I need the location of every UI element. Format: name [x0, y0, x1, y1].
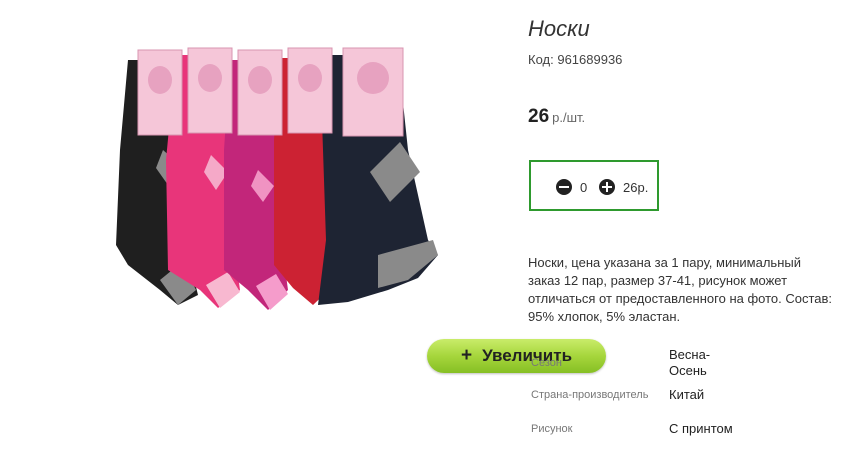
- attribute-row: Страна-производитель Китай: [528, 380, 739, 410]
- price: 26 р./шт.: [528, 106, 585, 128]
- quantity-box: 0 26р.: [529, 160, 659, 211]
- code-value: 961689936: [557, 52, 623, 67]
- product-description: Носки, цена указана за 1 пару, минимальн…: [528, 255, 833, 324]
- quantity-value: 0: [580, 180, 588, 195]
- attribute-key: Страна-производитель: [531, 389, 649, 401]
- quantity-total: 26р.: [623, 180, 649, 195]
- minus-icon[interactable]: [556, 179, 572, 195]
- attribute-value: Китай: [669, 387, 705, 402]
- attribute-key: Сезон: [531, 357, 562, 369]
- price-unit: р./шт.: [552, 110, 586, 125]
- plus-icon: +: [460, 345, 473, 366]
- product-photo[interactable]: + Увеличить: [108, 40, 606, 373]
- product-code: Код: 961689936: [528, 52, 622, 67]
- attributes-table: Сезон Весна-Осень Страна-производитель К…: [528, 346, 739, 448]
- price-value: 26: [528, 106, 550, 127]
- plus-circle-icon[interactable]: [599, 179, 615, 195]
- socks-image: [116, 47, 438, 310]
- product-title: Носки: [528, 16, 590, 41]
- attribute-key: Рисунок: [531, 423, 573, 435]
- attribute-row: Рисунок С принтом: [528, 410, 739, 448]
- attribute-value: Весна-Осень: [669, 347, 711, 378]
- code-label: Код:: [528, 52, 554, 67]
- attribute-row: Сезон Весна-Осень: [528, 346, 739, 380]
- attribute-value: С принтом: [669, 421, 733, 436]
